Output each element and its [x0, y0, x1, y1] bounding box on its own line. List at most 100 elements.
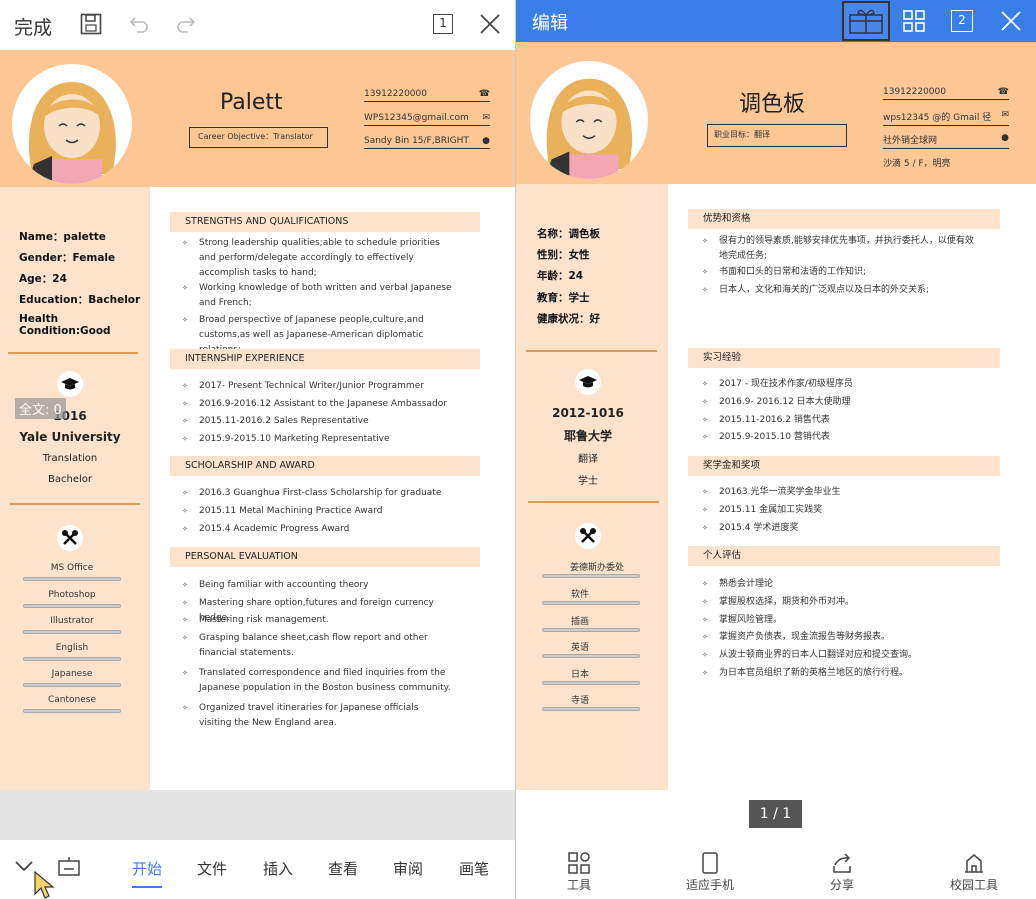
- section-heading: 个人评估: [688, 546, 1000, 566]
- edu-years: 2012-1016: [552, 406, 624, 420]
- career-objective: Career Objective：Translator: [189, 127, 328, 148]
- undo-icon[interactable]: [127, 12, 151, 36]
- school-icon: [934, 850, 1014, 876]
- phone-icon: ☎: [478, 89, 490, 99]
- tab-review[interactable]: 审阅: [393, 858, 423, 879]
- skill-label: MS Office: [50, 563, 94, 573]
- tab-pen[interactable]: 画笔: [459, 858, 489, 879]
- skill-label: 寺语: [570, 696, 589, 706]
- close-icon[interactable]: [478, 12, 502, 36]
- skill-label: 插画: [570, 617, 589, 627]
- tools-grid-icon: [539, 850, 619, 876]
- translated-document-pane: 编辑 2 调色板 职业目标：翻译 13912220000 ☎ wps12345 …: [516, 0, 1036, 899]
- english-document-pane: 完成 1 Palett Career Objective：Translator …: [0, 0, 515, 899]
- tab-label: 适应手机: [685, 878, 734, 892]
- bullet-item: ✧ 2015.11 金属加工实践奖: [702, 505, 823, 515]
- avatar: [12, 64, 132, 184]
- section-heading: SCHOLARSHIP AND AWARD: [170, 456, 480, 476]
- skill-bar: [23, 604, 121, 608]
- bullet-item: ✧ 2015.11-2016.2 Sales Representative: [182, 416, 369, 426]
- done-button[interactable]: 完成: [14, 13, 52, 40]
- info-education: Education：Bachelor: [19, 294, 141, 306]
- page-indicator[interactable]: 1 / 1: [749, 800, 802, 828]
- tab-share[interactable]: 分享: [802, 850, 882, 893]
- tab-start[interactable]: 开始: [132, 858, 162, 879]
- resume-sidebar: 名称：调色板 性别：女性 年龄：24 教育：学士 健康状况：好 2012-101…: [516, 184, 668, 790]
- resume-page[interactable]: Palett Career Objective：Translator 13912…: [0, 50, 515, 790]
- keyboard-icon[interactable]: [58, 856, 80, 880]
- tab-fit-phone[interactable]: 适应手机: [670, 850, 750, 893]
- share-icon: [802, 850, 882, 876]
- save-icon[interactable]: [79, 12, 103, 36]
- phone-icon: [670, 850, 750, 876]
- top-toolbar: 完成 1: [0, 0, 515, 50]
- skill-bar: [542, 574, 640, 578]
- page-count-icon[interactable]: 1: [431, 12, 455, 36]
- bullet-item: ✧ Strong leadership qualities;able to sch…: [182, 238, 440, 278]
- contact-email: wps12345 @的 Gmail 径 ✉: [883, 110, 1009, 126]
- skill-bar: [23, 683, 121, 687]
- redo-icon[interactable]: [174, 12, 198, 36]
- pager-bar: 1 / 1: [516, 790, 1036, 840]
- collapse-chevron-icon[interactable]: [14, 858, 34, 877]
- tab-file[interactable]: 文件: [197, 858, 227, 879]
- section-heading: 奖学金和奖项: [688, 456, 1000, 476]
- skill-label: 日本: [570, 670, 589, 680]
- bullet-item: ✧ 2015.11 Metal Machining Practice Award: [182, 506, 383, 516]
- contact-address-line2: 沙滴 5 / F，明亮: [883, 159, 951, 169]
- active-tab-indicator: [132, 886, 162, 888]
- skill-bar: [23, 577, 121, 581]
- edit-button[interactable]: 编辑: [532, 9, 568, 35]
- bullet-item: ✧ 为日本官员组织了新的英格兰地区的旅行行程。: [702, 668, 909, 678]
- info-name: 名称：调色板: [537, 228, 600, 240]
- edu-major: 翻译: [578, 454, 598, 465]
- tab-insert[interactable]: 插入: [263, 858, 293, 879]
- bullet-item: ✧ Translated correspondence and filed inq…: [182, 668, 451, 693]
- resume-page[interactable]: 调色板 职业目标：翻译 13912220000 ☎ wps12345 @的 Gma…: [516, 42, 1036, 790]
- phone-icon: ☎: [997, 87, 1009, 97]
- tab-label: 校园工具: [949, 878, 998, 892]
- skill-bar: [23, 630, 121, 634]
- bottom-tab-bar: 工具 适应手机 分享 校园工具: [516, 850, 1036, 899]
- tab-view[interactable]: 查看: [328, 858, 358, 879]
- skill-label: Cantonese: [47, 695, 96, 705]
- divider: [526, 350, 657, 352]
- bullet-item: ✧ 2015.9-2015.10 Marketing Representative: [182, 434, 390, 444]
- bullet-item: ✧ 2017- Present Technical Writer/Junior P…: [182, 381, 424, 391]
- skill-bar: [23, 657, 121, 661]
- word-count-badge[interactable]: 全文: 0: [15, 398, 66, 419]
- tab-label: 分享: [829, 878, 854, 892]
- close-icon[interactable]: [1000, 10, 1022, 36]
- resume-name: 调色板: [739, 92, 806, 117]
- resume-name: Palett: [220, 90, 283, 115]
- resume-header: Palett Career Objective：Translator 13912…: [0, 50, 515, 187]
- bullet-item: ✧ 日本人，文化和海关的广泛观点以及日本的外交关系;: [702, 285, 930, 295]
- bullet-item: ✧ 掌握风险管理。: [702, 615, 783, 625]
- bullet-item: ✧ 掌握股权选择，期货和外币对冲。: [702, 597, 855, 607]
- bullet-item: ✧ 2017 - 现在技术作家/初级程序员: [702, 379, 853, 389]
- divider: [528, 501, 659, 503]
- skill-bar: [542, 681, 640, 685]
- contact-address: 社外销全球网 ●: [883, 133, 1009, 149]
- edu-school: Yale University: [19, 430, 121, 444]
- gift-icon[interactable]: [842, 1, 890, 41]
- tab-tools[interactable]: 工具: [539, 850, 619, 893]
- mouse-cursor-icon: [33, 870, 55, 899]
- skill-bar: [542, 601, 640, 605]
- mail-icon: ✉: [482, 113, 490, 123]
- tools-icon: [57, 525, 83, 551]
- bullet-item: ✧ 2016.9- 2016.12 日本大使助理: [702, 397, 851, 407]
- skill-label: Illustrator: [50, 616, 94, 626]
- contact-address: Sandy Bin 15/F,BRIGHT ●: [364, 136, 490, 149]
- edu-degree: 学士: [578, 476, 598, 487]
- info-age: Age：24: [19, 273, 67, 285]
- mail-icon: ✉: [1001, 110, 1009, 120]
- page-count-icon[interactable]: 2: [951, 10, 973, 32]
- bullet-item: ✧ Grasping balance sheet,cash flow report…: [182, 633, 428, 658]
- graduation-cap-icon: [575, 369, 601, 395]
- career-objective: 职业目标：翻译: [707, 124, 847, 147]
- grid-icon[interactable]: [903, 10, 925, 36]
- tab-campus-tools[interactable]: 校园工具: [934, 850, 1014, 893]
- skill-bar: [542, 707, 640, 711]
- skill-label: 英语: [570, 643, 589, 653]
